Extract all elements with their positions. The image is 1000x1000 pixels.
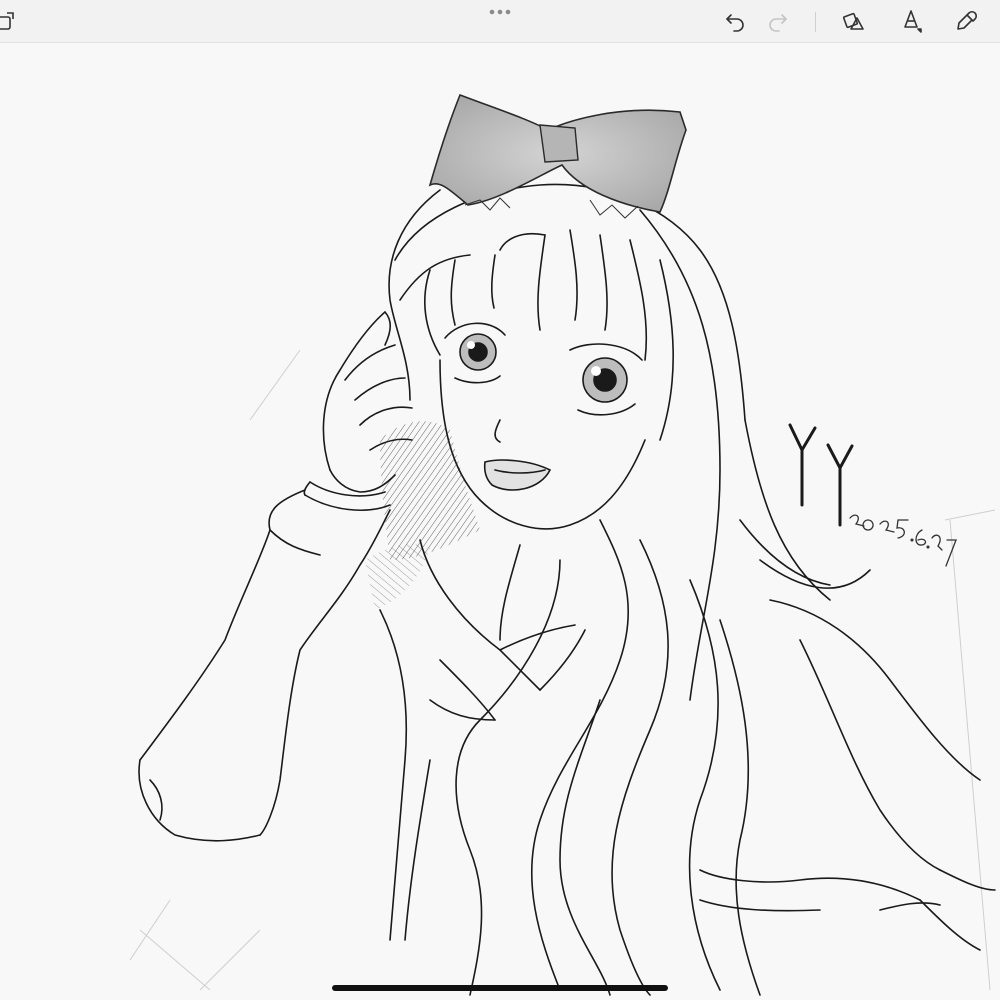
- redo-icon[interactable]: [763, 6, 793, 36]
- drawing-canvas[interactable]: YY 2025.6.27: [0, 43, 1000, 1000]
- construction-lines: [129, 349, 996, 991]
- more-dots-icon[interactable]: [486, 6, 514, 18]
- home-indicator[interactable]: [332, 985, 668, 991]
- top-toolbar: [0, 0, 1000, 43]
- hatching-shadow: [380, 421, 480, 560]
- brush-icon[interactable]: [896, 6, 926, 36]
- toolbar-divider: [815, 12, 816, 32]
- shirt: [379, 539, 996, 951]
- date-mark: [849, 514, 957, 567]
- layers-icon[interactable]: [0, 6, 20, 36]
- hair: [388, 183, 871, 996]
- sketch-artwork: [129, 93, 996, 996]
- undo-icon[interactable]: [720, 6, 750, 36]
- left-arm: [138, 489, 391, 842]
- signature-mark: [788, 423, 854, 527]
- color-picker-icon[interactable]: [952, 6, 982, 36]
- hair-bow: [428, 93, 687, 219]
- shapes-icon[interactable]: [838, 6, 868, 36]
- face: [439, 322, 646, 530]
